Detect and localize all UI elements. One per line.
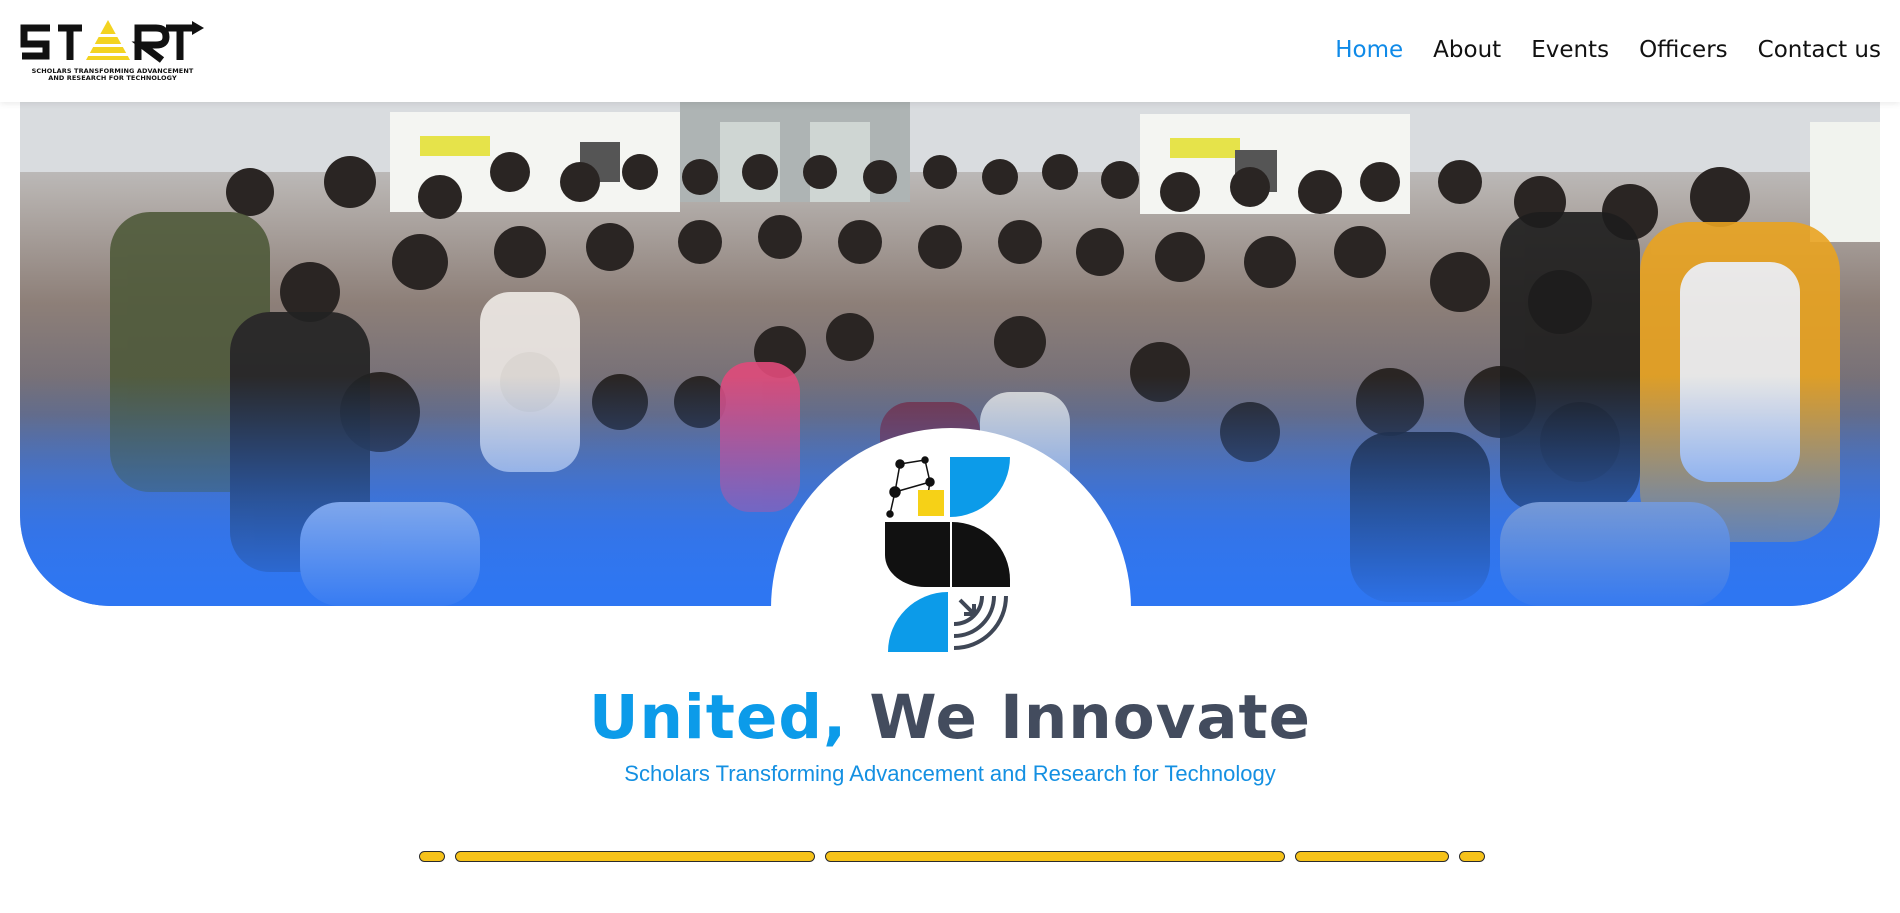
nav-contact[interactable]: Contact us bbox=[1758, 33, 1881, 67]
hero-title: United, We Innovate bbox=[0, 680, 1900, 756]
start-logo-icon bbox=[20, 20, 204, 63]
title-highlight: United, bbox=[588, 682, 848, 753]
nav-officers[interactable]: Officers bbox=[1639, 33, 1728, 67]
main-nav: Home About Events Officers Contact us bbox=[1335, 33, 1881, 67]
hero-subtitle: Scholars Transforming Advancement and Re… bbox=[624, 761, 1276, 786]
nav-home[interactable]: Home bbox=[1335, 33, 1403, 67]
decor-bar bbox=[1459, 851, 1485, 862]
start-s-emblem-icon bbox=[885, 456, 1010, 652]
nav-events[interactable]: Events bbox=[1531, 33, 1609, 67]
title-rest: We Innovate bbox=[847, 682, 1312, 753]
decor-bar bbox=[455, 851, 815, 862]
nav-about[interactable]: About bbox=[1433, 33, 1501, 67]
decor-bar bbox=[419, 851, 445, 862]
site-header: SCHOLARS TRANSFORMING ADVANCEMENT AND RE… bbox=[0, 0, 1900, 102]
decor-bar bbox=[825, 851, 1285, 862]
decorative-bars bbox=[419, 851, 1485, 862]
decor-bar bbox=[1295, 851, 1449, 862]
logo-subtitle-line2: AND RESEARCH FOR TECHNOLOGY bbox=[48, 74, 177, 82]
